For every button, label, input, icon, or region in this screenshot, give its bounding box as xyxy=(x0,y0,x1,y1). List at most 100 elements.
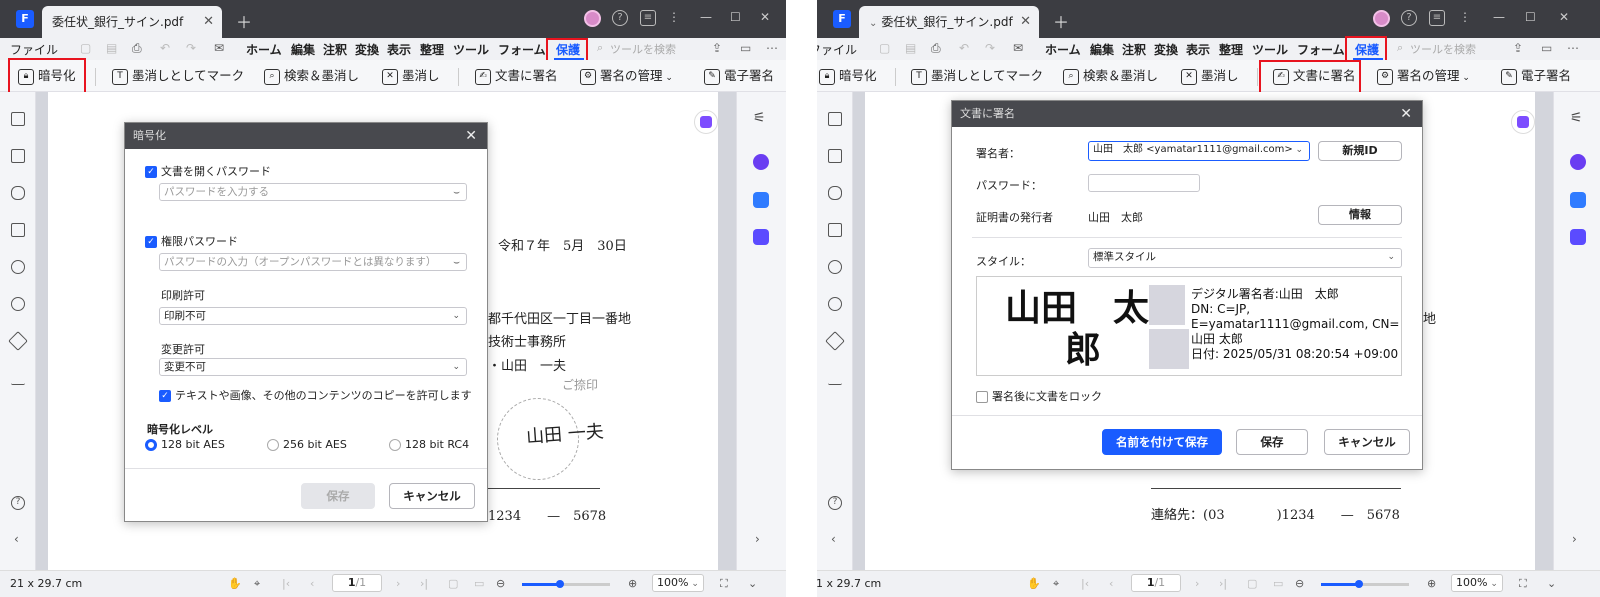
redact-mark-button[interactable]: T 墨消しとしてマーク xyxy=(911,66,1043,88)
avatar[interactable] xyxy=(1373,10,1390,27)
level-option-1[interactable]: 128 bit AES xyxy=(145,438,225,451)
save-button[interactable]: 保存 xyxy=(1236,429,1308,455)
upload-icon[interactable]: ⇪ xyxy=(712,41,722,55)
print-icon[interactable]: ⎙ xyxy=(931,41,941,56)
redact-button[interactable]: ✕ 墨消し xyxy=(1181,66,1239,88)
new-tab-icon[interactable]: ＋ xyxy=(1053,9,1069,33)
menu-home[interactable]: ホーム xyxy=(1045,41,1081,58)
open-password-checkbox[interactable]: ✓ 文書を開くパスワード xyxy=(145,163,271,179)
redact-mark-button[interactable]: T 墨消しとしてマーク xyxy=(112,66,244,88)
new-icon[interactable]: ▢ xyxy=(879,41,890,55)
hand-tool-icon[interactable]: ✋ xyxy=(1027,577,1041,590)
dialog-close-icon[interactable]: ✕ xyxy=(1400,101,1412,127)
zoom-select[interactable]: 100% ⌄ xyxy=(652,574,704,592)
prev-page-icon[interactable]: ‹ xyxy=(310,577,314,590)
search-icon[interactable] xyxy=(828,297,842,311)
collapse-right-icon[interactable]: › xyxy=(755,532,760,546)
close-window-icon[interactable]: ✕ xyxy=(760,10,770,24)
layers-icon[interactable] xyxy=(8,331,28,351)
bookmark-icon[interactable] xyxy=(828,149,842,163)
permission-password-checkbox[interactable]: ✓ 権限パスワード xyxy=(145,233,238,249)
attachment-icon[interactable] xyxy=(11,260,25,274)
collapse-status-icon[interactable]: ⌄ xyxy=(748,577,757,590)
more-icon[interactable]: ⋮ xyxy=(668,10,680,24)
lock-after-sign-checkbox[interactable]: 署名後に文書をロック xyxy=(976,388,1102,404)
help-icon[interactable]: ? xyxy=(1401,10,1417,26)
collapse-left-icon[interactable]: ‹ xyxy=(831,532,836,546)
prev-page-icon[interactable]: ‹ xyxy=(1109,577,1113,590)
menu-tools[interactable]: ツール xyxy=(1252,41,1288,58)
tool-search-icon[interactable]: ⌕ xyxy=(597,41,603,55)
menu-comment[interactable]: 注釈 xyxy=(1122,41,1146,58)
check-doc-icon[interactable] xyxy=(1570,229,1586,245)
minimize-icon[interactable]: — xyxy=(700,10,712,24)
cancel-button[interactable]: キャンセル xyxy=(1324,429,1410,455)
save-as-button[interactable]: 名前を付けて保存 xyxy=(1102,429,1222,455)
last-page-icon[interactable]: ›| xyxy=(420,577,428,590)
redact-button[interactable]: ✕ 墨消し xyxy=(382,66,440,88)
select-tool-icon[interactable]: ⌖ xyxy=(254,577,260,591)
save-icon[interactable]: ▤ xyxy=(106,41,117,55)
ai-bot-icon[interactable] xyxy=(753,154,769,170)
document-tab[interactable]: 委任状_銀行_サイン.pdf ✕ xyxy=(42,6,222,38)
collapse-right-icon[interactable]: › xyxy=(1572,532,1577,546)
help-icon[interactable]: ? xyxy=(11,496,25,510)
signature-icon[interactable] xyxy=(11,371,25,385)
layers-list-icon[interactable] xyxy=(828,223,842,237)
new-id-button[interactable]: 新規ID xyxy=(1318,141,1402,161)
menu-edit[interactable]: 編集 xyxy=(291,41,315,58)
maximize-icon[interactable]: ☐ xyxy=(730,10,741,24)
ai-assistant-icon[interactable] xyxy=(1511,110,1535,134)
check-doc-icon[interactable] xyxy=(753,229,769,245)
minimize-icon[interactable]: — xyxy=(1493,10,1505,24)
help-icon[interactable]: ? xyxy=(612,10,628,26)
mail-icon[interactable]: ✉ xyxy=(214,41,224,55)
eye-hidden-icon[interactable]: ⌣ xyxy=(453,184,460,200)
zoom-select[interactable]: 100% ⌄ xyxy=(1451,574,1503,592)
fit-page-icon[interactable]: ▢ xyxy=(448,577,458,590)
redo-icon[interactable]: ↷ xyxy=(985,41,995,55)
undo-icon[interactable]: ↶ xyxy=(160,41,170,55)
tool-search-icon[interactable]: ⌕ xyxy=(1397,41,1403,55)
help-icon[interactable]: ? xyxy=(828,496,842,510)
hand-tool-icon[interactable]: ✋ xyxy=(228,577,242,590)
info-button[interactable]: 情報 xyxy=(1318,205,1402,225)
translate-icon[interactable] xyxy=(753,192,769,208)
menu-form[interactable]: フォーム xyxy=(1297,41,1345,58)
menu-edit[interactable]: 編集 xyxy=(1090,41,1114,58)
collapse-status-icon[interactable]: ⌄ xyxy=(1547,577,1556,590)
page-thumbnail-icon[interactable] xyxy=(11,112,25,126)
menu-convert[interactable]: 変換 xyxy=(1154,41,1178,58)
fit-page-icon[interactable]: ▢ xyxy=(1247,577,1257,590)
new-tab-icon[interactable]: ＋ xyxy=(236,9,252,33)
redo-icon[interactable]: ↷ xyxy=(186,41,196,55)
close-window-icon[interactable]: ✕ xyxy=(1559,10,1569,24)
more-icon[interactable]: ⋮ xyxy=(1459,10,1471,24)
first-page-icon[interactable]: |‹ xyxy=(282,577,290,590)
search-redact-button[interactable]: ⌕ 検索＆墨消し xyxy=(264,66,359,88)
close-tab-icon[interactable]: ✕ xyxy=(203,6,214,38)
feedback-icon[interactable]: ≡ xyxy=(640,10,656,26)
permission-password-input[interactable]: パスワードの入力（オープンパスワードとは異なります） ⌣ xyxy=(159,253,467,271)
change-permission-select[interactable]: 変更不可 ⌄ xyxy=(159,358,467,376)
feedback-icon[interactable]: ≡ xyxy=(1429,10,1445,26)
zoom-slider[interactable] xyxy=(1321,580,1409,588)
password-input[interactable] xyxy=(1088,174,1200,192)
ai-assistant-icon[interactable] xyxy=(694,110,718,134)
menu-organize[interactable]: 整理 xyxy=(420,41,444,58)
dialog-close-icon[interactable]: ✕ xyxy=(465,123,477,149)
style-select[interactable]: 標準スタイル ⌄ xyxy=(1088,248,1402,268)
translate-icon[interactable] xyxy=(1570,192,1586,208)
close-tab-icon[interactable]: ✕ xyxy=(1020,6,1031,38)
level-option-3[interactable]: 128 bit RC4 xyxy=(389,438,469,451)
menu-more-icon[interactable]: ⋯ xyxy=(1567,41,1579,55)
eye-hidden-icon[interactable]: ⌣ xyxy=(453,254,460,270)
bookmark-icon[interactable] xyxy=(11,149,25,163)
manage-sign-button[interactable]: ⚙ 署名の管理 ⌄ xyxy=(1377,66,1470,88)
menu-more-icon[interactable]: ⋯ xyxy=(766,41,778,55)
first-page-icon[interactable]: |‹ xyxy=(1081,577,1089,590)
zoom-in-icon[interactable]: ⊕ xyxy=(628,577,637,590)
select-tool-icon[interactable]: ⌖ xyxy=(1053,577,1059,591)
copy-permission-checkbox[interactable]: ✓ テキストや画像、その他のコンテンツのコピーを許可します xyxy=(159,387,472,403)
zoom-out-icon[interactable]: ⊖ xyxy=(496,577,505,590)
